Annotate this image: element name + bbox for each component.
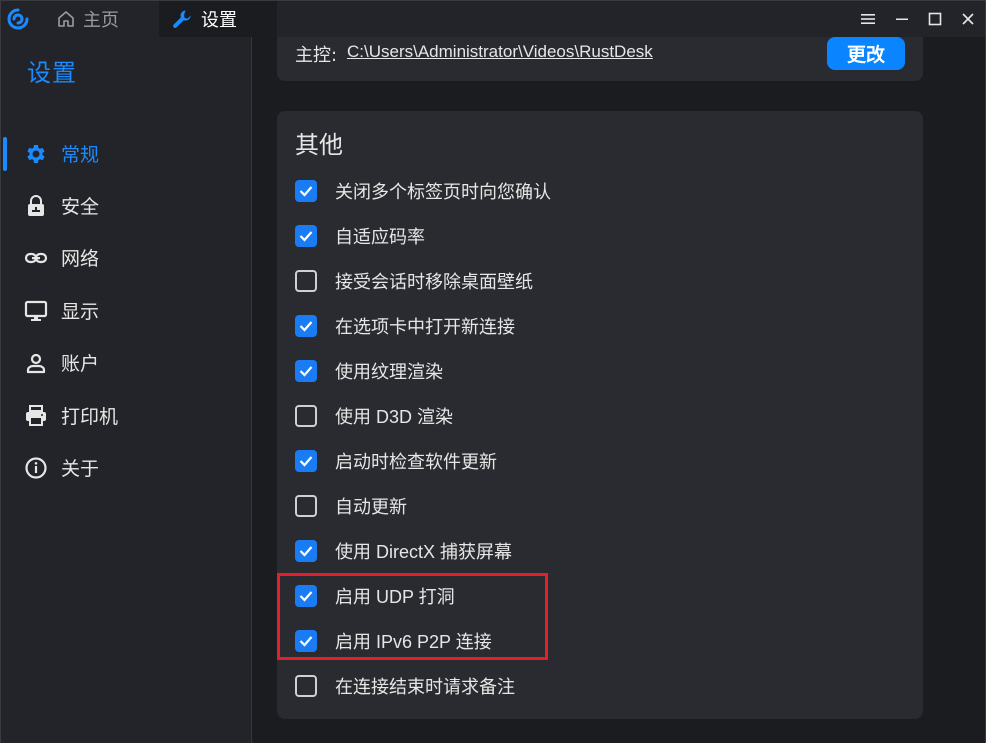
sidebar-item-label: 常规 xyxy=(61,144,100,166)
settings-sidebar: 设置 常规 安全 网络 显示 账户 打印机 关于 xyxy=(1,37,252,743)
checkbox-unchecked[interactable] xyxy=(295,270,317,292)
sidebar-item-label: 安全 xyxy=(61,196,100,218)
sidebar-item-label: 账户 xyxy=(61,353,100,375)
printer-icon xyxy=(26,405,46,426)
option-udp-hole-punch[interactable]: 启用 UDP 打洞 xyxy=(295,578,895,614)
hamburger-icon xyxy=(861,14,875,24)
option-adaptive-bitrate[interactable]: 自适应码率 xyxy=(295,218,895,254)
checkbox-unchecked[interactable] xyxy=(295,495,317,517)
other-settings-card: 其他 关闭多个标签页时向您确认 自适应码率 接受会话时移除桌面壁纸 在选项卡中打… xyxy=(277,111,923,719)
checkbox-checked[interactable] xyxy=(295,585,317,607)
option-label: 使用 DirectX 捕获屏幕 xyxy=(335,542,513,562)
section-title: 其他 xyxy=(295,131,343,159)
option-label: 接受会话时移除桌面壁纸 xyxy=(335,272,533,292)
option-confirm-close-tabs[interactable]: 关闭多个标签页时向您确认 xyxy=(295,173,895,209)
option-label: 使用纹理渲染 xyxy=(335,362,443,382)
option-auto-update[interactable]: 自动更新 xyxy=(295,488,895,524)
option-directx-capture[interactable]: 使用 DirectX 捕获屏幕 xyxy=(295,533,895,569)
monitor-icon xyxy=(24,300,48,321)
maximize-button[interactable] xyxy=(918,1,952,37)
checkmark-icon xyxy=(299,456,313,467)
option-check-updates[interactable]: 启动时检查软件更新 xyxy=(295,443,895,479)
checkbox-unchecked[interactable] xyxy=(295,675,317,697)
checkbox-checked[interactable] xyxy=(295,450,317,472)
option-d3d-render[interactable]: 使用 D3D 渲染 xyxy=(295,398,895,434)
checkmark-icon xyxy=(299,546,313,557)
sidebar-item-label: 显示 xyxy=(61,301,100,323)
tab-settings[interactable]: 设置 xyxy=(159,1,277,37)
sidebar-item-network[interactable]: 网络 xyxy=(1,235,251,279)
home-icon xyxy=(58,11,74,27)
checkmark-icon xyxy=(299,186,313,197)
directory-path-link[interactable]: C:\Users\Administrator\Videos\RustDesk xyxy=(347,42,653,62)
checkbox-checked[interactable] xyxy=(295,630,317,652)
sidebar-item-printer[interactable]: 打印机 xyxy=(1,393,251,437)
checkmark-icon xyxy=(299,636,313,647)
option-label: 使用 D3D 渲染 xyxy=(335,407,454,427)
option-label: 启动时检查软件更新 xyxy=(335,452,497,472)
title-bar: 主页 设置 xyxy=(1,1,985,37)
option-remove-wallpaper[interactable]: 接受会话时移除桌面壁纸 xyxy=(295,263,895,299)
info-icon xyxy=(25,457,47,479)
menu-button[interactable] xyxy=(851,1,885,37)
tab-home-label: 主页 xyxy=(83,10,119,31)
sidebar-item-label: 打印机 xyxy=(61,406,119,428)
settings-content: 主控: C:\Users\Administrator\Videos\RustDe… xyxy=(253,37,985,743)
checkmark-icon xyxy=(299,321,313,332)
checkbox-checked[interactable] xyxy=(295,315,317,337)
sidebar-item-label: 网络 xyxy=(61,248,100,270)
minimize-icon xyxy=(896,18,908,20)
option-label: 自适应码率 xyxy=(335,227,425,247)
rustdesk-logo-icon xyxy=(7,8,29,30)
checkbox-checked[interactable] xyxy=(295,225,317,247)
tab-settings-label: 设置 xyxy=(201,10,237,31)
checkmark-icon xyxy=(299,231,313,242)
tab-home[interactable]: 主页 xyxy=(45,1,157,37)
checkbox-checked[interactable] xyxy=(295,540,317,562)
minimize-button[interactable] xyxy=(885,1,919,37)
directory-label: 主控: xyxy=(295,45,338,66)
option-label: 自动更新 xyxy=(335,497,407,517)
directory-card: 主控: C:\Users\Administrator\Videos\RustDe… xyxy=(277,37,923,81)
option-label: 启用 IPv6 P2P 连接 xyxy=(335,632,492,652)
checkbox-checked[interactable] xyxy=(295,360,317,382)
sidebar-item-label: 关于 xyxy=(61,458,100,480)
sidebar-title: 设置 xyxy=(27,59,77,87)
maximize-icon xyxy=(928,12,942,26)
option-label: 启用 UDP 打洞 xyxy=(335,587,455,607)
option-label: 关闭多个标签页时向您确认 xyxy=(335,182,551,202)
link-icon xyxy=(24,252,48,264)
app-window: 主页 设置 设置 常规 安全 网络 显示 账户 打印机 关于 主控: C:\Us… xyxy=(0,0,986,743)
option-label: 在连接结束时请求备注 xyxy=(335,677,515,697)
close-button[interactable] xyxy=(951,1,985,37)
option-ipv6-p2p[interactable]: 启用 IPv6 P2P 连接 xyxy=(295,623,895,659)
sidebar-item-about[interactable]: 关于 xyxy=(1,445,251,489)
checkbox-unchecked[interactable] xyxy=(295,405,317,427)
gear-icon xyxy=(27,145,45,163)
change-directory-button[interactable]: 更改 xyxy=(827,37,905,70)
sidebar-item-security[interactable]: 安全 xyxy=(1,183,251,227)
close-icon xyxy=(962,13,974,25)
option-request-note[interactable]: 在连接结束时请求备注 xyxy=(295,668,895,704)
lock-icon xyxy=(28,195,44,216)
checkmark-icon xyxy=(299,366,313,377)
checkmark-icon xyxy=(299,591,313,602)
option-texture-render[interactable]: 使用纹理渲染 xyxy=(295,353,895,389)
person-icon xyxy=(26,353,46,374)
sidebar-item-general[interactable]: 常规 xyxy=(1,131,251,175)
sidebar-item-account[interactable]: 账户 xyxy=(1,340,251,384)
sidebar-item-display[interactable]: 显示 xyxy=(1,288,251,332)
active-indicator xyxy=(3,137,7,171)
wrench-icon xyxy=(173,10,191,28)
checkbox-checked[interactable] xyxy=(295,180,317,202)
option-label: 在选项卡中打开新连接 xyxy=(335,317,515,337)
option-open-in-tabs[interactable]: 在选项卡中打开新连接 xyxy=(295,308,895,344)
